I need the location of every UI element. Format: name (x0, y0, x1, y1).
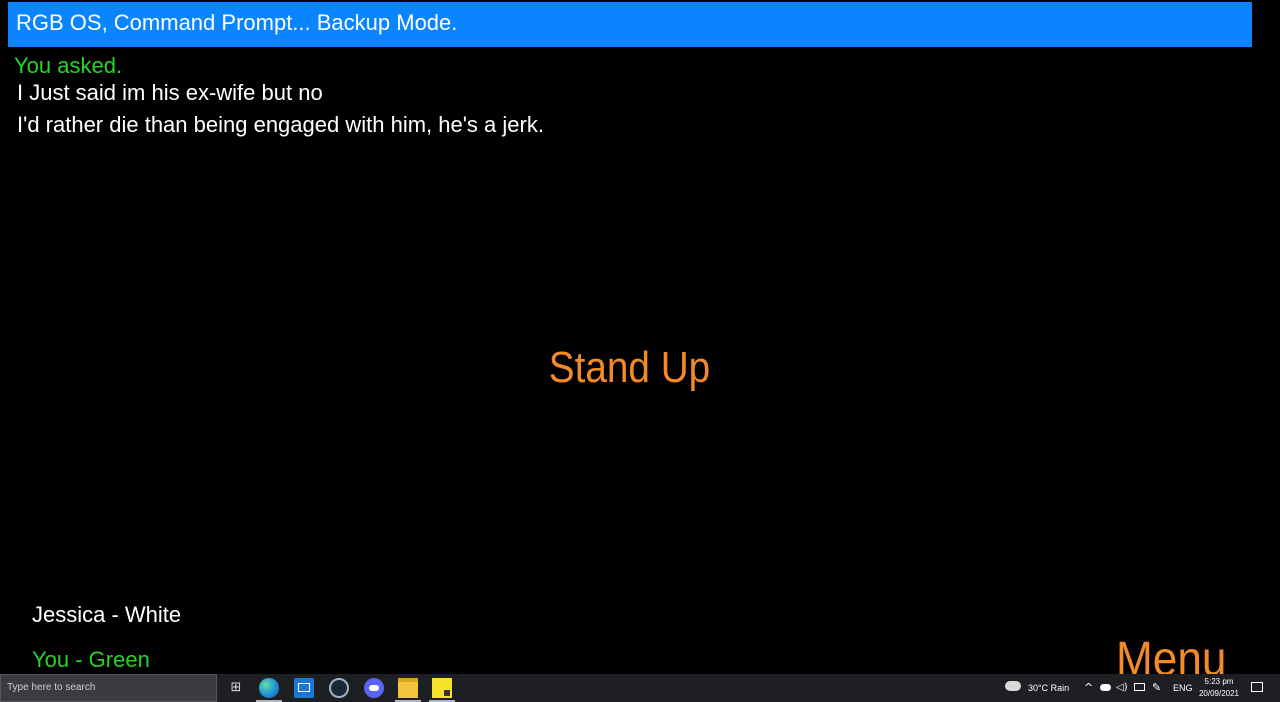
dialogue-line: I Just said im his ex-wife but no (17, 80, 323, 105)
edge-icon[interactable] (259, 678, 279, 698)
notification-icon[interactable] (1251, 682, 1263, 692)
mail-icon[interactable] (294, 678, 314, 698)
stand-up-button[interactable]: Stand Up (76, 343, 1184, 393)
dialogue-line: I'd rather die than being engaged with h… (17, 112, 544, 137)
legend-you-green: You - Green (32, 647, 150, 672)
language-indicator[interactable]: ENG (1173, 674, 1193, 702)
pen-icon[interactable]: ✎ (1152, 674, 1161, 702)
legend-jessica-white: Jessica - White (32, 602, 182, 627)
chevron-up-icon[interactable]: ^ (1084, 674, 1093, 702)
sticky-notes-icon[interactable] (432, 678, 452, 698)
you-asked-line: You asked. (14, 53, 123, 78)
steam-icon[interactable] (329, 678, 349, 698)
window-title-bar: RGB OS, Command Prompt... Backup Mode. (8, 2, 1252, 47)
weather-text[interactable]: 30°C Rain (1028, 674, 1069, 702)
discord-icon[interactable] (364, 678, 384, 698)
clock-date: 20/09/2021 (1198, 689, 1240, 698)
weather-rain-icon[interactable] (1005, 681, 1021, 691)
volume-icon[interactable]: ◁) (1116, 674, 1128, 702)
file-explorer-icon[interactable] (398, 678, 418, 698)
taskbar-search-input[interactable]: Type here to search (0, 674, 217, 702)
game-screen: RGB OS, Command Prompt... Backup Mode. Y… (0, 0, 1280, 702)
onedrive-icon[interactable] (1100, 684, 1111, 691)
taskbar-clock[interactable]: 5:23 pm 20/09/2021 (1196, 676, 1242, 700)
task-view-icon[interactable]: ⊞ (226, 678, 246, 698)
windows-taskbar: Type here to search ⊞ 30°C Rain ^ ◁) ✎ E… (0, 674, 1280, 702)
clock-time: 5:23 pm (1204, 677, 1234, 686)
network-icon[interactable] (1134, 683, 1145, 691)
